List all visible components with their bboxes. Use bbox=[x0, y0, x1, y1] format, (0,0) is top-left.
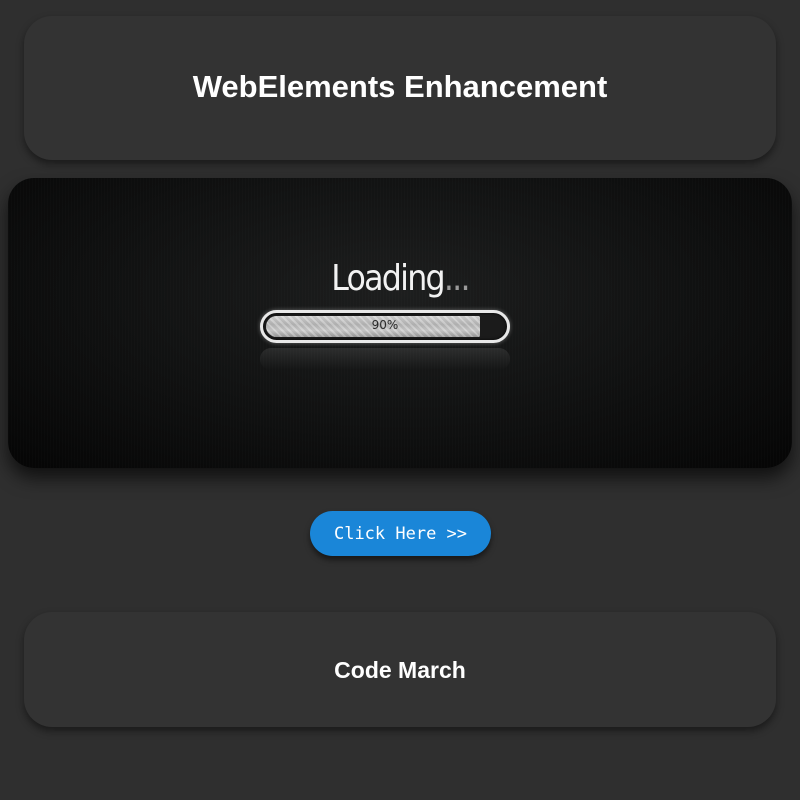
footer-card: Code March bbox=[24, 612, 776, 727]
page: WebElements Enhancement Loading... 90% C… bbox=[0, 0, 800, 800]
progress-bar: 90% bbox=[260, 310, 510, 343]
page-title: WebElements Enhancement bbox=[192, 68, 608, 104]
loading-word: Loading bbox=[331, 258, 445, 299]
progress-reflection bbox=[260, 348, 510, 370]
loading-heading: Loading... bbox=[55, 258, 745, 299]
footer-title: Code March bbox=[334, 657, 466, 683]
loading-dots: ... bbox=[443, 258, 471, 299]
progress-label: 90% bbox=[371, 318, 399, 332]
header-card: WebElements Enhancement bbox=[24, 16, 776, 160]
click-here-button[interactable]: Click Here >> bbox=[310, 511, 491, 556]
loading-banner-image: Loading... 90% bbox=[8, 178, 792, 468]
